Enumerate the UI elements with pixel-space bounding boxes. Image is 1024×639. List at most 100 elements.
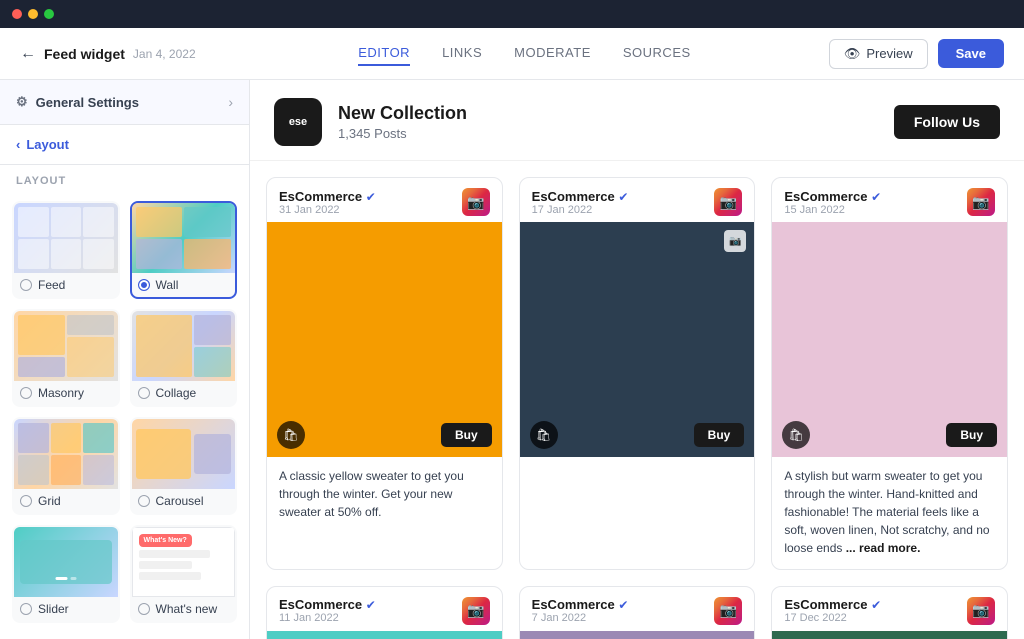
layout-item-wall[interactable]: Wall: [130, 201, 238, 299]
general-settings-section[interactable]: ⚙ General Settings ›: [0, 80, 249, 125]
wall-radio[interactable]: [138, 279, 150, 291]
whatsnew-thumbnail: What's New?: [132, 527, 236, 597]
collage-radio[interactable]: [138, 387, 150, 399]
post-image: 📷 🛍 Buy: [520, 222, 755, 457]
masonry-label: Masonry: [38, 386, 84, 400]
window-titlebar: [0, 0, 1024, 28]
chevron-right-icon: ›: [228, 94, 233, 110]
carousel-radio[interactable]: [138, 495, 150, 507]
post-author: EsCommerce: [784, 597, 867, 612]
post-card: EsCommerce ✔ 17 Jan 2022 📷 📷 🛍 Buy: [519, 177, 756, 570]
post-image: 📷: [520, 631, 755, 639]
preview-label: Preview: [866, 46, 912, 61]
header-date: Jan 4, 2022: [133, 47, 196, 61]
post-card: EsCommerce ✔ 31 Jan 2022 📷 🛍 Buy: [266, 177, 503, 570]
verified-icon: ✔: [871, 190, 881, 204]
post-date: 17 Dec 2022: [784, 612, 881, 624]
layout-section-label: LAYOUT: [0, 165, 249, 193]
post-date: 17 Jan 2022: [532, 204, 629, 216]
instagram-icon: 📷: [462, 597, 490, 625]
layout-item-carousel[interactable]: Carousel: [130, 417, 238, 515]
instagram-icon: 📷: [967, 188, 995, 216]
back-button[interactable]: ←: [20, 45, 36, 63]
nav-links[interactable]: LINKS: [442, 41, 482, 66]
layout-item-feed[interactable]: Feed: [12, 201, 120, 299]
header-left: ← Feed widget Jan 4, 2022: [20, 45, 220, 63]
grid-label: Grid: [38, 494, 61, 508]
nav-editor[interactable]: EDITOR: [358, 41, 410, 66]
minimize-dot[interactable]: [28, 9, 38, 19]
feed-thumbnail: [14, 203, 118, 273]
verified-icon: ✔: [366, 190, 376, 204]
close-dot[interactable]: [12, 9, 22, 19]
page-title: Feed widget: [44, 46, 125, 62]
layout-item-slider[interactable]: Slider: [12, 525, 120, 623]
header-actions: 👁 Preview Save: [829, 39, 1004, 69]
post-card: EsCommerce ✔ 15 Jan 2022 📷 🛍 Buy: [771, 177, 1008, 570]
feed-header: ese New Collection 1,345 Posts Follow Us: [250, 80, 1024, 161]
gear-icon: ⚙: [16, 94, 28, 110]
shop-icon[interactable]: 🛍: [782, 421, 810, 449]
follow-button[interactable]: Follow Us: [894, 105, 1000, 139]
shop-icon[interactable]: 🛍: [277, 421, 305, 449]
layout-item-collage[interactable]: Collage: [130, 309, 238, 407]
feed-posts-count: 1,345 Posts: [338, 126, 878, 141]
layout-item-grid[interactable]: Grid: [12, 417, 120, 515]
post-date: 31 Jan 2022: [279, 204, 376, 216]
layout-grid: Feed Wall: [0, 193, 249, 639]
layout-tab[interactable]: ‹ Layout: [0, 125, 249, 165]
slider-radio[interactable]: [20, 603, 32, 615]
post-card: EsCommerce ✔ 17 Dec 2022 📷 📷: [771, 586, 1008, 639]
post-image: 🛍 Buy: [772, 222, 1007, 457]
verified-icon: ✔: [366, 598, 376, 612]
post-author: EsCommerce: [784, 189, 867, 204]
main-nav: EDITOR LINKS MODERATE SOURCES: [236, 41, 813, 66]
post-image: 🛍 Buy: [267, 222, 502, 457]
post-card: EsCommerce ✔ 11 Jan 2022 📷 📷: [266, 586, 503, 639]
grid-radio[interactable]: [20, 495, 32, 507]
whatsnew-label: What's new: [156, 602, 218, 616]
verified-icon: ✔: [618, 598, 628, 612]
camera-overlay: 📷: [724, 230, 746, 252]
post-author: EsCommerce: [532, 189, 615, 204]
content-area: ese New Collection 1,345 Posts Follow Us…: [250, 80, 1024, 639]
buy-button[interactable]: Buy: [441, 423, 492, 447]
whatsnew-radio[interactable]: [138, 603, 150, 615]
save-button[interactable]: Save: [938, 39, 1004, 68]
masonry-radio[interactable]: [20, 387, 32, 399]
buy-button[interactable]: Buy: [694, 423, 745, 447]
instagram-icon: 📷: [714, 188, 742, 216]
shop-icon[interactable]: 🛍: [530, 421, 558, 449]
read-more-link[interactable]: ... read more.: [846, 541, 921, 555]
grid-thumbnail: [14, 419, 118, 489]
post-date: 7 Jan 2022: [532, 612, 629, 624]
preview-button[interactable]: 👁 Preview: [829, 39, 928, 69]
post-card: EsCommerce ✔ 7 Jan 2022 📷 📷: [519, 586, 756, 639]
wall-thumbnail: [132, 203, 236, 273]
feed-logo: ese: [274, 98, 322, 146]
carousel-label: Carousel: [156, 494, 204, 508]
post-date: 11 Jan 2022: [279, 612, 376, 624]
layout-item-masonry[interactable]: Masonry: [12, 309, 120, 407]
layout-item-whatsnew[interactable]: What's New? What's new: [130, 525, 238, 623]
nav-moderate[interactable]: MODERATE: [514, 41, 591, 66]
collage-label: Collage: [156, 386, 197, 400]
instagram-icon: 📷: [462, 188, 490, 216]
app-header: ← Feed widget Jan 4, 2022 EDITOR LINKS M…: [0, 28, 1024, 80]
post-date: 15 Jan 2022: [784, 204, 881, 216]
post-image: 📷: [267, 631, 502, 639]
feed-radio[interactable]: [20, 279, 32, 291]
verified-icon: ✔: [871, 598, 881, 612]
verified-icon: ✔: [618, 190, 628, 204]
feed-title: New Collection: [338, 103, 878, 124]
main-layout: ⚙ General Settings › ‹ Layout LAYOUT: [0, 80, 1024, 639]
eye-icon: 👁: [844, 46, 861, 62]
collage-thumbnail: [132, 311, 236, 381]
post-caption: A stylish but warm sweater to get you th…: [772, 457, 1007, 569]
posts-grid: EsCommerce ✔ 31 Jan 2022 📷 🛍 Buy: [250, 161, 1024, 639]
buy-button[interactable]: Buy: [946, 423, 997, 447]
post-image: 📷: [772, 631, 1007, 639]
nav-sources[interactable]: SOURCES: [623, 41, 691, 66]
maximize-dot[interactable]: [44, 9, 54, 19]
general-settings-label: General Settings: [36, 95, 139, 110]
